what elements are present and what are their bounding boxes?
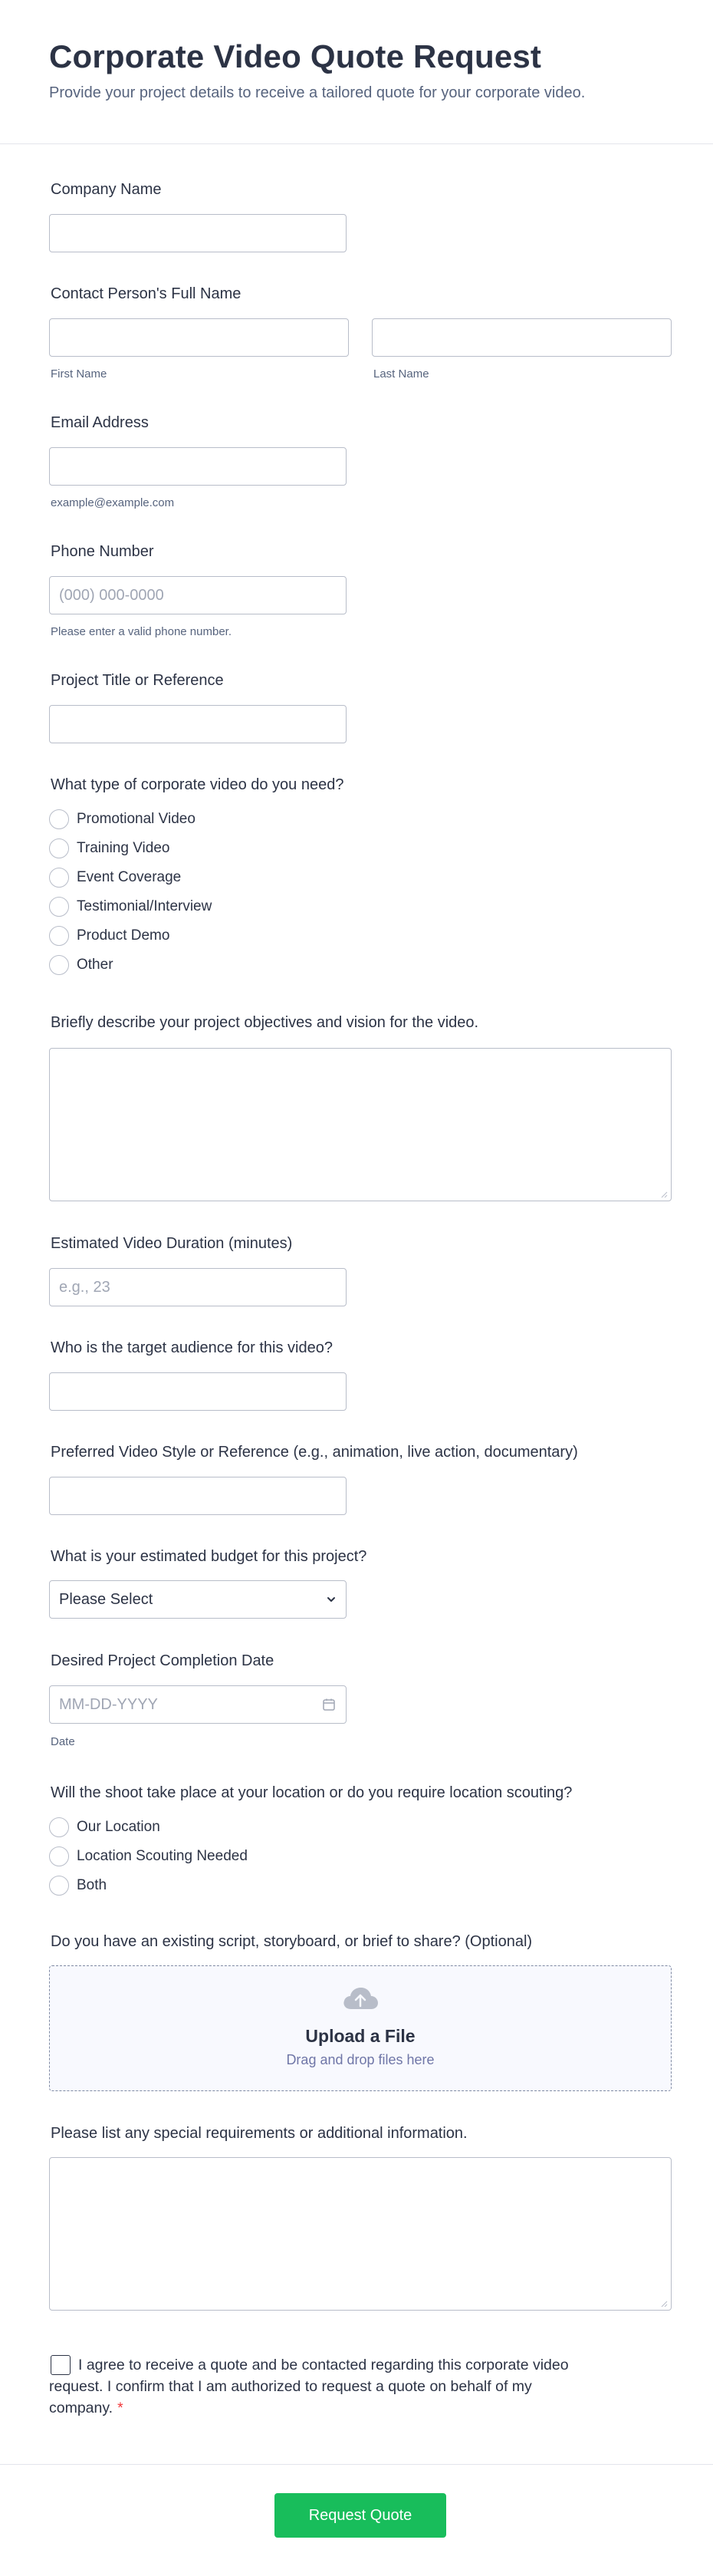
company-name-label: Company Name bbox=[51, 181, 162, 198]
upload-title: Upload a File bbox=[305, 2026, 416, 2046]
chevron-down-icon bbox=[327, 1597, 335, 1602]
radio-option-location-scouting[interactable]: Location Scouting Needed bbox=[49, 1846, 248, 1867]
audience-input[interactable] bbox=[49, 1372, 347, 1411]
last-name-input[interactable] bbox=[372, 318, 672, 357]
duration-input[interactable]: e.g., 23 bbox=[49, 1268, 347, 1306]
phone-label: Phone Number bbox=[51, 543, 154, 560]
first-name-input[interactable] bbox=[49, 318, 349, 357]
radio-button[interactable] bbox=[49, 926, 69, 946]
objectives-label: Briefly describe your project objectives… bbox=[51, 1014, 479, 1031]
resize-grip-icon[interactable] bbox=[660, 2300, 668, 2308]
radio-label: Promotional Video bbox=[77, 811, 196, 827]
style-label: Preferred Video Style or Reference (e.g.… bbox=[51, 1444, 578, 1461]
date-sublabel: Date bbox=[51, 1735, 75, 1748]
email-label: Email Address bbox=[51, 414, 149, 431]
radio-option-testimonial[interactable]: Testimonial/Interview bbox=[49, 896, 212, 917]
duration-placeholder: e.g., 23 bbox=[59, 1279, 110, 1296]
radio-button[interactable] bbox=[49, 868, 69, 888]
radio-option-training[interactable]: Training Video bbox=[49, 838, 169, 859]
contact-name-label: Contact Person's Full Name bbox=[51, 285, 242, 302]
radio-label: Event Coverage bbox=[77, 869, 182, 885]
upload-subtitle: Drag and drop files here bbox=[286, 2052, 435, 2067]
resize-grip-icon[interactable] bbox=[660, 1191, 668, 1198]
special-requirements-label: Please list any special requirements or … bbox=[51, 2125, 468, 2142]
consent-text: I agree to receive a quote and be contac… bbox=[49, 2354, 601, 2419]
last-name-sublabel: Last Name bbox=[373, 367, 429, 380]
email-sublabel: example@example.com bbox=[51, 496, 175, 509]
script-upload-label: Do you have an existing script, storyboa… bbox=[51, 1933, 533, 1950]
special-requirements-textarea[interactable] bbox=[49, 2157, 672, 2311]
form-title: Corporate Video Quote Request bbox=[49, 38, 542, 74]
first-name-sublabel: First Name bbox=[51, 367, 107, 380]
completion-date-label: Desired Project Completion Date bbox=[51, 1652, 274, 1669]
phone-placeholder: (000) 000-0000 bbox=[59, 587, 164, 604]
radio-label: Product Demo bbox=[77, 927, 170, 944]
video-type-label: What type of corporate video do you need… bbox=[51, 776, 344, 793]
budget-select[interactable]: Please Select bbox=[49, 1580, 347, 1619]
phone-sublabel: Please enter a valid phone number. bbox=[51, 625, 232, 638]
request-quote-button[interactable]: Request Quote bbox=[274, 2493, 446, 2538]
budget-label: What is your estimated budget for this p… bbox=[51, 1548, 367, 1565]
budget-selected-value: Please Select bbox=[59, 1591, 153, 1608]
radio-option-product-demo[interactable]: Product Demo bbox=[49, 925, 169, 947]
form-subtitle: Provide your project details to receive … bbox=[49, 84, 586, 101]
radio-button[interactable] bbox=[49, 955, 69, 975]
radio-button[interactable] bbox=[49, 897, 69, 917]
location-label: Will the shoot take place at your locati… bbox=[51, 1784, 573, 1801]
radio-button[interactable] bbox=[49, 1817, 69, 1837]
footer-divider bbox=[0, 2464, 713, 2465]
company-name-input[interactable] bbox=[49, 214, 347, 252]
radio-option-other[interactable]: Other bbox=[49, 954, 113, 976]
radio-label: Other bbox=[77, 957, 113, 973]
radio-option-our-location[interactable]: Our Location bbox=[49, 1817, 160, 1838]
form-header: Corporate Video Quote Request Provide yo… bbox=[0, 0, 713, 144]
audience-label: Who is the target audience for this vide… bbox=[51, 1339, 333, 1356]
radio-label: Our Location bbox=[77, 1819, 160, 1835]
phone-input[interactable]: (000) 000-0000 bbox=[49, 576, 347, 614]
radio-button[interactable] bbox=[49, 1876, 69, 1896]
radio-option-promotional[interactable]: Promotional Video bbox=[49, 809, 196, 830]
required-marker: * bbox=[117, 2400, 123, 2416]
calendar-icon[interactable] bbox=[321, 1697, 337, 1712]
email-input[interactable] bbox=[49, 447, 347, 486]
radio-button[interactable] bbox=[49, 838, 69, 858]
radio-label: Both bbox=[77, 1877, 107, 1893]
radio-label: Testimonial/Interview bbox=[77, 898, 212, 914]
radio-option-event[interactable]: Event Coverage bbox=[49, 867, 181, 888]
duration-label: Estimated Video Duration (minutes) bbox=[51, 1235, 293, 1252]
radio-button[interactable] bbox=[49, 809, 69, 829]
radio-option-both[interactable]: Both bbox=[49, 1875, 107, 1896]
radio-button[interactable] bbox=[49, 1846, 69, 1866]
file-upload-dropzone[interactable]: Upload a File Drag and drop files here bbox=[49, 1965, 672, 2091]
project-title-label: Project Title or Reference bbox=[51, 672, 224, 689]
radio-label: Training Video bbox=[77, 840, 170, 856]
cloud-upload-icon bbox=[343, 1988, 378, 2009]
date-placeholder: MM-DD-YYYY bbox=[59, 1696, 158, 1713]
radio-label: Location Scouting Needed bbox=[77, 1848, 248, 1864]
completion-date-input[interactable]: MM-DD-YYYY bbox=[49, 1685, 347, 1724]
objectives-textarea[interactable] bbox=[49, 1048, 672, 1201]
style-input[interactable] bbox=[49, 1477, 347, 1515]
consent-label: I agree to receive a quote and be contac… bbox=[49, 2357, 569, 2416]
project-title-input[interactable] bbox=[49, 705, 347, 743]
